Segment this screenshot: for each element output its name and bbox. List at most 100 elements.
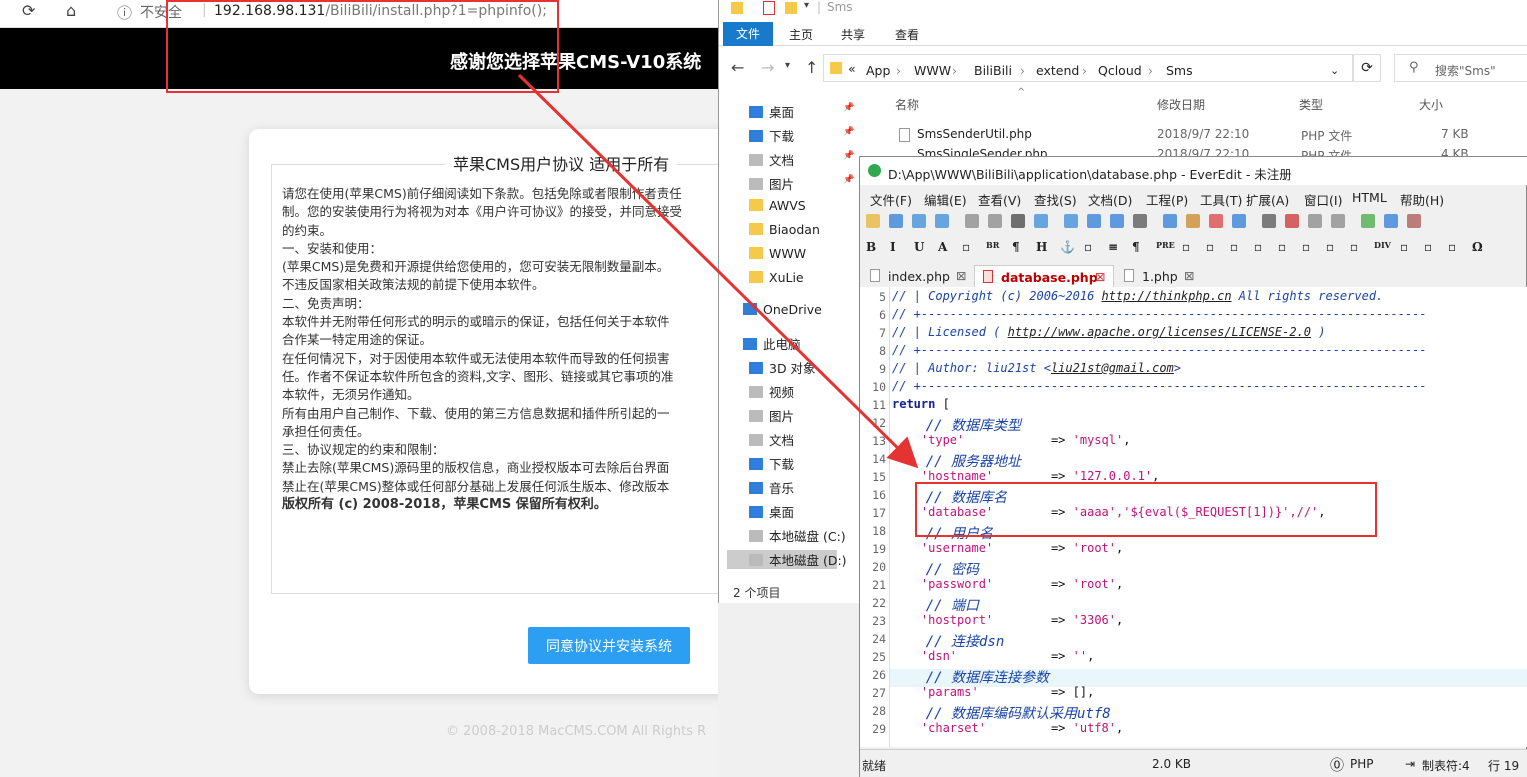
menu-item[interactable]: 查看(V) bbox=[978, 190, 1021, 209]
tab-index-php[interactable]: index.php ⊠ bbox=[862, 265, 970, 287]
code-line[interactable]: // | Author: liu21st <liu21st@gmail.com> bbox=[892, 361, 1181, 375]
toolbar-button-icon[interactable] bbox=[1262, 214, 1276, 228]
close-tab-icon[interactable]: ⊠ bbox=[1184, 268, 1194, 283]
toolbar-button-icon[interactable] bbox=[935, 214, 949, 228]
format-button[interactable]: BR bbox=[986, 240, 999, 254]
search-input[interactable]: ⚲ 搜索"Sms" bbox=[1394, 54, 1527, 82]
sidebar-item[interactable]: 本地磁盘 (C:) bbox=[749, 526, 846, 545]
toolbar-button-icon[interactable] bbox=[1232, 214, 1246, 228]
menu-item[interactable]: HTML bbox=[1352, 190, 1387, 205]
code-line[interactable]: // 数据库连接参数 bbox=[892, 667, 1049, 687]
agree-install-button[interactable]: 同意协议并安装系统 bbox=[528, 627, 690, 664]
toolbar-button-icon[interactable] bbox=[1186, 214, 1200, 228]
sidebar-item[interactable]: AWVS bbox=[749, 198, 806, 213]
format-button[interactable]: ¶ bbox=[1132, 240, 1140, 254]
ribbon-tab-home[interactable]: 主页 bbox=[789, 26, 813, 43]
quick-access-dropdown-icon[interactable]: ▾ bbox=[804, 0, 809, 11]
code-line[interactable]: 'charset' => 'utf8', bbox=[892, 721, 1123, 735]
address-dropdown-icon[interactable]: ⌄ bbox=[1330, 64, 1339, 77]
sidebar-item[interactable]: 图片 bbox=[749, 174, 794, 193]
sidebar-item[interactable]: 桌面 bbox=[749, 502, 794, 521]
info-icon[interactable]: ⓘ bbox=[117, 2, 132, 23]
code-line[interactable]: // 数据库类型 bbox=[892, 415, 1021, 435]
properties-icon[interactable] bbox=[763, 1, 775, 15]
code-line[interactable]: // +------------------------------------… bbox=[892, 343, 1427, 357]
menu-item[interactable]: 工具(T) bbox=[1200, 190, 1242, 209]
code-line[interactable]: // +------------------------------------… bbox=[892, 379, 1427, 393]
col-size[interactable]: 大小 bbox=[1419, 96, 1443, 113]
format-button[interactable]: PRE bbox=[1156, 240, 1175, 254]
format-button[interactable]: ▫ bbox=[1206, 240, 1214, 254]
toolbar-button-icon[interactable] bbox=[965, 214, 979, 228]
sidebar-item[interactable]: Biaodan bbox=[749, 222, 820, 237]
toolbar-button-icon[interactable] bbox=[1331, 214, 1345, 228]
code-line[interactable]: 'username' => 'root', bbox=[892, 541, 1123, 555]
status-language[interactable]: PHP bbox=[1350, 757, 1374, 771]
crumb-sms[interactable]: Sms bbox=[1166, 63, 1193, 78]
pin-icon[interactable]: 📌 bbox=[843, 151, 854, 161]
code-line[interactable]: // | Copyright (c) 2006~2016 http://thin… bbox=[892, 289, 1383, 303]
ribbon-tab-file[interactable]: 文件 bbox=[723, 22, 773, 46]
code-line[interactable]: // 数据库编码默认采用utf8 bbox=[892, 703, 1111, 723]
code-line[interactable]: 'dsn' => '', bbox=[892, 649, 1094, 663]
code-line[interactable]: // +------------------------------------… bbox=[892, 307, 1427, 321]
code-line[interactable]: return [ bbox=[892, 397, 950, 411]
toolbar-button-icon[interactable] bbox=[1034, 214, 1048, 228]
toolbar-button-icon[interactable] bbox=[1087, 214, 1101, 228]
crumb-qcloud[interactable]: Qcloud bbox=[1098, 63, 1142, 78]
new-folder-icon[interactable] bbox=[785, 2, 797, 14]
toolbar-button-icon[interactable] bbox=[866, 214, 880, 228]
code-line[interactable]: 'hostname' => '127.0.0.1', bbox=[892, 469, 1159, 483]
home-icon[interactable]: ⌂ bbox=[66, 1, 76, 20]
format-button[interactable]: I bbox=[890, 240, 896, 254]
menu-item[interactable]: 查找(S) bbox=[1034, 190, 1077, 209]
sidebar-item[interactable]: 文档 bbox=[749, 150, 794, 169]
tab-1-php[interactable]: 1.php ⊠ bbox=[1116, 265, 1196, 287]
code-line[interactable]: // 连接dsn bbox=[892, 631, 1005, 651]
sidebar-item[interactable]: 本地磁盘 (D:) bbox=[727, 550, 847, 569]
ribbon-tab-view[interactable]: 查看 bbox=[895, 26, 919, 43]
sidebar-item[interactable]: 下载 bbox=[749, 454, 794, 473]
recent-dropdown-icon[interactable]: ▾ bbox=[785, 60, 790, 71]
format-button[interactable]: ▫ bbox=[1182, 240, 1190, 254]
toolbar-button-icon[interactable] bbox=[988, 214, 1002, 228]
tab-database-php[interactable]: database.php ⊠ bbox=[974, 265, 1114, 287]
col-name[interactable]: 名称 bbox=[895, 96, 919, 113]
code-line[interactable]: 'type' => 'mysql', bbox=[892, 433, 1131, 447]
crumb-app[interactable]: App bbox=[866, 63, 890, 78]
col-type[interactable]: 类型 bbox=[1299, 96, 1323, 113]
code-line[interactable]: // 服务器地址 bbox=[892, 451, 1021, 471]
format-button[interactable]: ▫ bbox=[1084, 240, 1092, 254]
ribbon-tab-share[interactable]: 共享 bbox=[841, 26, 865, 43]
code-line[interactable]: 'hostport' => '3306', bbox=[892, 613, 1123, 627]
format-button[interactable]: ▫ bbox=[1302, 240, 1310, 254]
sidebar-item[interactable]: OneDrive bbox=[743, 302, 822, 317]
crumb-www[interactable]: WWW bbox=[914, 63, 951, 78]
format-button[interactable]: ▫ bbox=[1350, 240, 1358, 254]
format-button[interactable]: DIV bbox=[1374, 240, 1391, 254]
format-button[interactable]: ▫ bbox=[1230, 240, 1238, 254]
pin-icon[interactable]: 📌 bbox=[843, 175, 854, 185]
toolbar-button-icon[interactable] bbox=[1361, 214, 1375, 228]
format-button[interactable]: ⚓ bbox=[1060, 240, 1075, 254]
reload-icon[interactable]: ⟳ bbox=[22, 1, 35, 20]
sidebar-item[interactable]: 文档 bbox=[749, 430, 794, 449]
code-line[interactable]: // 端口 bbox=[892, 595, 979, 615]
toolbar-button-icon[interactable] bbox=[1384, 214, 1398, 228]
back-icon[interactable]: ← bbox=[731, 58, 744, 77]
close-tab-icon[interactable]: ⊠ bbox=[956, 268, 966, 283]
sidebar-item[interactable]: XuLie bbox=[749, 270, 804, 285]
crumb-bilibili[interactable]: BiliBili bbox=[974, 63, 1012, 78]
toolbar-button-icon[interactable] bbox=[1110, 214, 1124, 228]
format-button[interactable]: ≡ bbox=[1108, 240, 1118, 254]
up-icon[interactable]: ↑ bbox=[805, 58, 818, 77]
toolbar-button-icon[interactable] bbox=[912, 214, 926, 228]
format-button[interactable]: B bbox=[866, 240, 876, 254]
menu-item[interactable]: 编辑(E) bbox=[924, 190, 967, 209]
forward-icon[interactable]: → bbox=[761, 58, 774, 77]
toolbar-button-icon[interactable] bbox=[1133, 214, 1147, 228]
format-button[interactable]: ▫ bbox=[962, 240, 970, 254]
breadcrumb-overflow-icon[interactable]: « bbox=[848, 61, 856, 76]
toolbar-button-icon[interactable] bbox=[889, 214, 903, 228]
sidebar-item[interactable]: 视频 bbox=[749, 382, 794, 401]
